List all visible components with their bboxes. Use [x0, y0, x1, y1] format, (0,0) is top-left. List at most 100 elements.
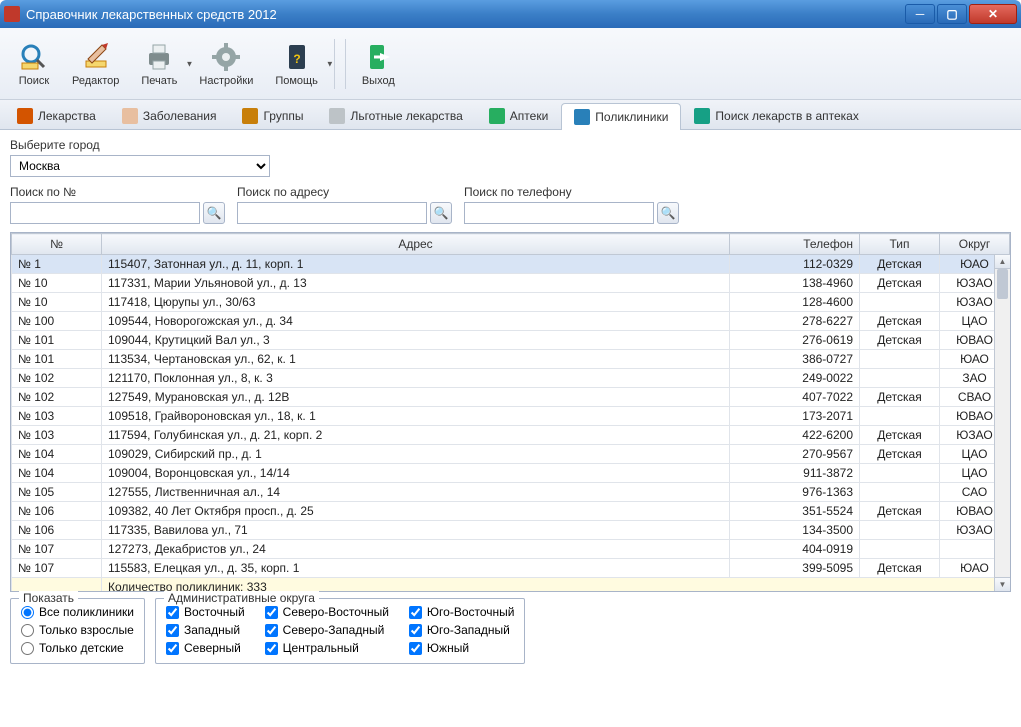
district-check[interactable]: Западный [166, 623, 245, 637]
tab-cross[interactable]: Аптеки [476, 102, 562, 129]
table-row[interactable]: № 10117331, Марии Ульяновой ул., д. 1313… [12, 274, 1010, 293]
tab-bar: Лекарства Заболевания ГруппыЛьготные лекар… [0, 100, 1021, 130]
title-bar: Справочник лекарственных средств 2012 ─ … [0, 0, 1021, 28]
search-icon: 🔍 [434, 206, 449, 220]
table-row[interactable]: № 100109544, Новорогожская ул., д. 34278… [12, 312, 1010, 331]
summary-row: Количество поликлиник: 333 [12, 578, 1010, 593]
search-num-button[interactable]: 🔍 [203, 202, 225, 224]
scroll-up-icon[interactable]: ▲ [995, 255, 1010, 269]
scroll-thumb[interactable] [997, 269, 1008, 299]
show-radio-input[interactable] [21, 606, 34, 619]
tab-pill[interactable]: Лекарства [4, 102, 109, 129]
tab-person[interactable]: Заболевания [109, 102, 230, 129]
district-check-input[interactable] [265, 642, 278, 655]
toolbar-label: Печать [141, 75, 177, 87]
table-row[interactable]: № 106117335, Вавилова ул., 71134-3500ЮЗА… [12, 521, 1010, 540]
header-num[interactable]: № [12, 234, 102, 255]
search-phone-label: Поиск по телефону [464, 185, 679, 199]
search-icon [18, 41, 50, 73]
show-radio-0[interactable]: Все поликлиники [21, 605, 134, 619]
toolbar-help-button[interactable]: ?Помощь▼ [265, 37, 328, 91]
city-select[interactable]: Москва [10, 155, 270, 177]
district-check-input[interactable] [265, 624, 278, 637]
header-phone[interactable]: Телефон [730, 234, 860, 255]
district-check[interactable]: Восточный [166, 605, 245, 619]
table-row[interactable]: № 105127555, Лиственничная ал., 14976-13… [12, 483, 1010, 502]
table-row[interactable]: № 101113534, Чертановская ул., 62, к. 13… [12, 350, 1010, 369]
tab-doc[interactable]: Льготные лекарства [316, 102, 475, 129]
search-icon: 🔍 [207, 206, 222, 220]
district-check[interactable]: Юго-Восточный [409, 605, 515, 619]
table-row[interactable]: № 107127273, Декабристов ул., 24404-0919 [12, 540, 1010, 559]
district-check-input[interactable] [265, 606, 278, 619]
header-addr[interactable]: Адрес [102, 234, 730, 255]
tab-label: Заболевания [143, 109, 217, 123]
search-addr-label: Поиск по адресу [237, 185, 452, 199]
show-radio-1[interactable]: Только взрослые [21, 623, 134, 637]
toolbar-print-button[interactable]: Печать▼ [131, 37, 187, 91]
table-row[interactable]: № 103117594, Голубинская ул., д. 21, кор… [12, 426, 1010, 445]
tab-box[interactable]: Группы [229, 102, 316, 129]
table-row[interactable]: № 106109382, 40 Лет Октября просп., д. 2… [12, 502, 1010, 521]
print-icon [143, 41, 175, 73]
district-check-input[interactable] [409, 624, 422, 637]
person-icon [122, 108, 138, 124]
table-row[interactable]: № 104109029, Сибирский пр., д. 1270-9567… [12, 445, 1010, 464]
exit-icon [362, 41, 394, 73]
toolbar-settings-button[interactable]: Настройки [189, 37, 263, 91]
table-row[interactable]: № 103109518, Грайвороновская ул., 18, к.… [12, 407, 1010, 426]
toolbar-exit-button[interactable]: Выход [352, 37, 405, 91]
district-check[interactable]: Центральный [265, 641, 389, 655]
table-row[interactable]: № 102121170, Поклонная ул., 8, к. 3249-0… [12, 369, 1010, 388]
radio-label: Только детские [39, 641, 124, 655]
table-row[interactable]: № 1115407, Затонная ул., д. 11, корп. 11… [12, 255, 1010, 274]
district-check[interactable]: Северо-Восточный [265, 605, 389, 619]
district-check-input[interactable] [166, 624, 179, 637]
tab-clinic[interactable]: Поликлиники [561, 103, 681, 130]
district-check-input[interactable] [166, 642, 179, 655]
check-label: Северный [184, 641, 241, 655]
district-panel: Административные округа ВосточныйЗападны… [155, 598, 525, 664]
header-type[interactable]: Тип [860, 234, 940, 255]
table-row[interactable]: № 10117418, Цюрупы ул., 30/63128-4600ЮЗА… [12, 293, 1010, 312]
scroll-down-icon[interactable]: ▼ [995, 577, 1010, 591]
search-addr-button[interactable]: 🔍 [430, 202, 452, 224]
app-icon [4, 6, 20, 22]
table-row[interactable]: № 107115583, Елецкая ул., д. 35, корп. 1… [12, 559, 1010, 578]
table-row[interactable]: № 101109044, Крутицкий Вал ул., 3276-061… [12, 331, 1010, 350]
toolbar-label: Настройки [199, 75, 253, 87]
district-check[interactable]: Южный [409, 641, 515, 655]
vertical-scrollbar[interactable]: ▲ ▼ [994, 255, 1010, 591]
district-check-input[interactable] [409, 606, 422, 619]
search-num-input[interactable] [10, 202, 200, 224]
toolbar-search-button[interactable]: Поиск [8, 37, 60, 91]
check-label: Южный [427, 641, 469, 655]
toolbar-editor-button[interactable]: Редактор [62, 37, 129, 91]
show-radio-input[interactable] [21, 624, 34, 637]
district-check[interactable]: Юго-Западный [409, 623, 515, 637]
maximize-button[interactable]: ▢ [937, 4, 967, 24]
search-num-label: Поиск по № [10, 185, 225, 199]
search-phone-input[interactable] [464, 202, 654, 224]
doc-icon [329, 108, 345, 124]
minimize-button[interactable]: ─ [905, 4, 935, 24]
table-row[interactable]: № 102127549, Мурановская ул., д. 12В407-… [12, 388, 1010, 407]
header-district[interactable]: Округ [940, 234, 1010, 255]
district-check[interactable]: Северный [166, 641, 245, 655]
show-radio-input[interactable] [21, 642, 34, 655]
editor-icon [80, 41, 112, 73]
table-row[interactable]: № 104109004, Воронцовская ул., 14/14911-… [12, 464, 1010, 483]
search-addr-input[interactable] [237, 202, 427, 224]
content-area: Выберите город Москва Поиск по № 🔍 Поиск… [0, 130, 1021, 672]
district-check-input[interactable] [409, 642, 422, 655]
district-check[interactable]: Северо-Западный [265, 623, 389, 637]
chevron-down-icon: ▼ [326, 59, 334, 68]
tab-globe[interactable]: Поиск лекарств в аптеках [681, 102, 871, 129]
show-radio-2[interactable]: Только детские [21, 641, 134, 655]
district-check-input[interactable] [166, 606, 179, 619]
cross-icon [489, 108, 505, 124]
toolbar-label: Выход [362, 75, 395, 87]
search-phone-button[interactable]: 🔍 [657, 202, 679, 224]
close-button[interactable]: ✕ [969, 4, 1017, 24]
box-icon [242, 108, 258, 124]
